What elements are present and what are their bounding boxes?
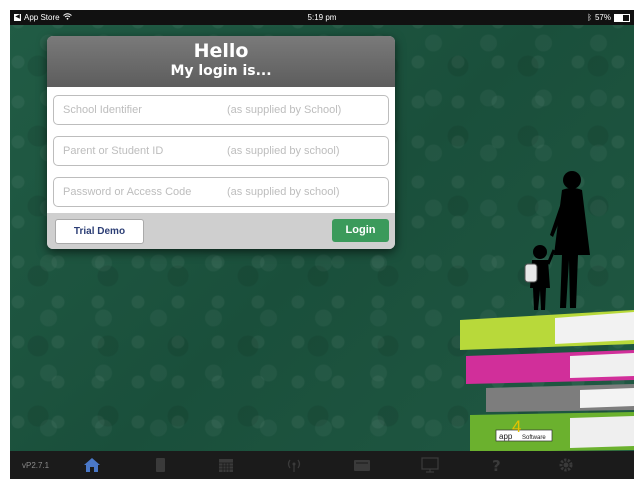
school-identifier-hint: (as supplied by School) xyxy=(227,104,342,116)
battery-percent: 57% xyxy=(594,13,611,22)
help-icon[interactable]: ? xyxy=(488,457,508,475)
presentation-icon[interactable] xyxy=(420,457,440,473)
broadcast-icon[interactable] xyxy=(284,457,304,473)
battery-icon xyxy=(614,13,630,22)
trial-demo-button[interactable]: Trial Demo xyxy=(55,219,144,244)
bluetooth-icon: ᛒ xyxy=(587,13,592,22)
login-panel: Hello My login is... School Identifier (… xyxy=(47,36,395,249)
app-screen: ◀ App Store 5:19 pm ᛒ 57% Hello My login… xyxy=(10,10,634,479)
parent-student-id-placeholder: Parent or Student ID xyxy=(63,145,164,157)
inbox-icon[interactable] xyxy=(352,457,372,473)
svg-text:?: ? xyxy=(492,457,501,473)
login-fields: School Identifier (as supplied by School… xyxy=(47,87,395,213)
parent-student-id-hint: (as supplied by school) xyxy=(227,145,340,157)
svg-text:Software: Software xyxy=(522,435,546,441)
status-time: 5:19 pm xyxy=(307,13,337,22)
version-label: vP2.7.1 xyxy=(22,461,50,470)
svg-text:app: app xyxy=(499,432,513,441)
book-icon[interactable] xyxy=(150,457,170,473)
password-hint: (as supplied by school) xyxy=(227,186,340,198)
bottom-tab-bar: vP2.7.1 ? xyxy=(10,451,634,479)
books-illustration: app 4 Software xyxy=(460,171,634,460)
home-icon[interactable] xyxy=(82,457,102,473)
login-footer: Trial Demo Login xyxy=(47,213,395,249)
login-header: Hello My login is... xyxy=(47,36,395,87)
parent-student-id-field[interactable]: Parent or Student ID (as supplied by sch… xyxy=(53,136,389,166)
status-bar: ◀ App Store 5:19 pm ᛒ 57% xyxy=(10,10,634,25)
password-field[interactable]: Password or Access Code (as supplied by … xyxy=(53,177,389,207)
password-placeholder: Password or Access Code xyxy=(63,186,192,198)
child-silhouette-icon xyxy=(524,245,556,310)
login-title: Hello xyxy=(193,40,249,62)
school-identifier-placeholder: School Identifier xyxy=(63,104,142,116)
svg-text:4: 4 xyxy=(512,417,521,436)
login-button[interactable]: Login xyxy=(332,219,389,242)
gear-icon[interactable] xyxy=(556,457,576,473)
parent-silhouette-icon xyxy=(550,171,590,308)
school-identifier-field[interactable]: School Identifier (as supplied by School… xyxy=(53,95,389,125)
login-subtitle: My login is... xyxy=(170,63,272,79)
calendar-icon[interactable] xyxy=(216,457,236,473)
